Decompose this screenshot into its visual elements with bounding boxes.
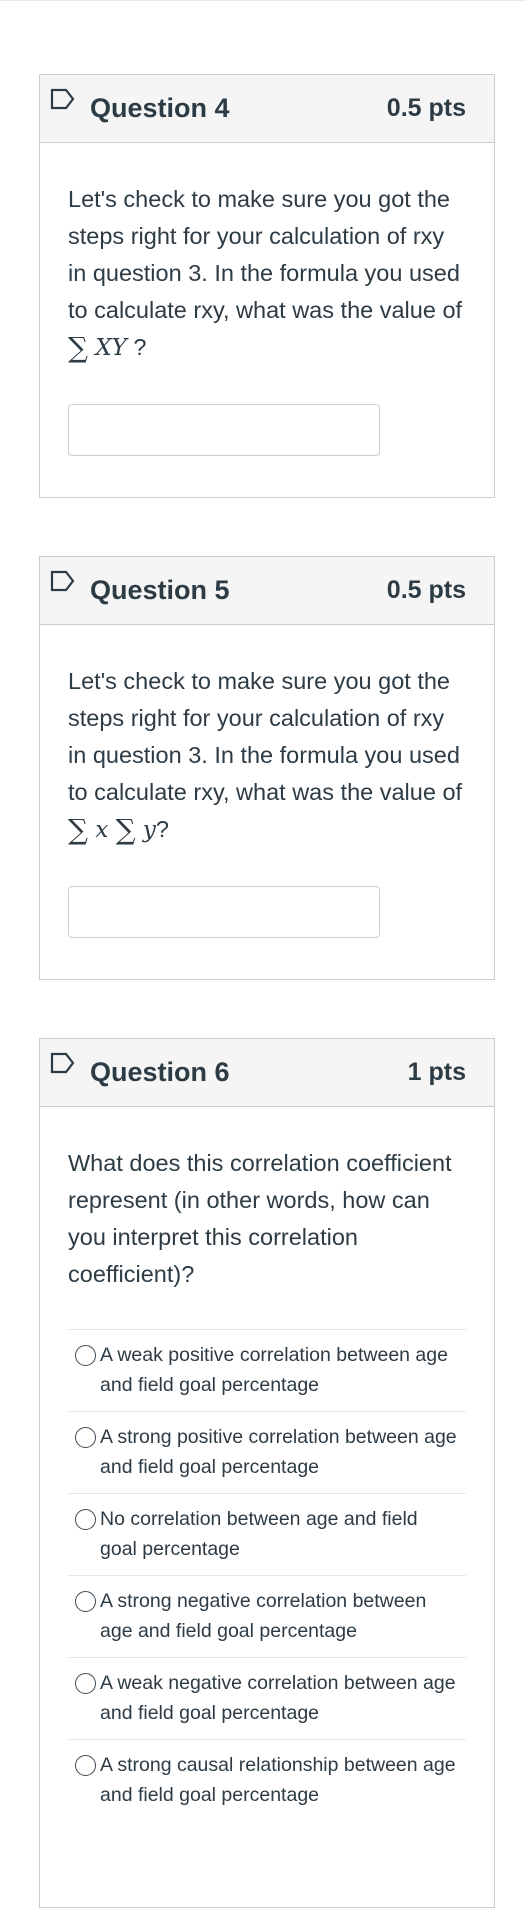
question-body: Let's check to make sure you got the ste… (40, 143, 494, 456)
math-formula: ∑ x ∑ y (68, 816, 156, 844)
question-5: Question 5 0.5 pts Let's check to make s… (39, 556, 495, 980)
prompt-text: Let's check to make sure you got the ste… (68, 186, 463, 323)
flag-question-icon[interactable] (50, 88, 76, 110)
answer-input[interactable] (68, 886, 380, 938)
answer-option-label: A strong negative correlation between ag… (100, 1590, 427, 1642)
question-header: Question 6 1 pts (40, 1039, 494, 1107)
question-4: Question 4 0.5 pts Let's check to make s… (39, 74, 495, 498)
question-prompt: Let's check to make sure you got the ste… (68, 181, 466, 367)
question-title: Question 4 (90, 93, 230, 123)
answer-option[interactable]: No correlation between age and field goa… (68, 1493, 466, 1575)
flag-question-icon[interactable] (50, 570, 76, 592)
question-points: 0.5 pts (386, 94, 466, 122)
question-title: Question 6 (90, 1057, 230, 1087)
answer-option-label: No correlation between age and field goa… (100, 1508, 418, 1560)
prompt-suffix: ? (126, 334, 147, 360)
question-header: Question 4 0.5 pts (40, 75, 494, 143)
radio-button-icon[interactable] (75, 1345, 96, 1366)
prompt-suffix: ? (155, 816, 169, 842)
answer-option[interactable]: A weak negative correlation between age … (68, 1657, 466, 1739)
math-variable-x: x (95, 817, 109, 843)
answer-option[interactable]: A weak positive correlation between age … (68, 1329, 466, 1411)
answer-option-label: A weak positive correlation between age … (100, 1344, 448, 1396)
question-header: Question 5 0.5 pts (40, 557, 494, 625)
radio-button-icon[interactable] (75, 1427, 96, 1448)
answer-option-label: A strong positive correlation between ag… (100, 1426, 457, 1478)
sigma-symbol: ∑ (68, 813, 88, 846)
answer-choices: A weak positive correlation between age … (68, 1329, 466, 1833)
radio-button-icon[interactable] (75, 1755, 96, 1776)
question-prompt: Let's check to make sure you got the ste… (68, 663, 466, 849)
sigma-symbol: ∑ (115, 813, 136, 846)
question-points: 0.5 pts (386, 576, 466, 604)
math-formula: ∑ XY (68, 334, 127, 362)
top-divider (0, 0, 526, 1)
question-prompt: What does this correlation coefficient r… (68, 1150, 452, 1287)
answer-option[interactable]: A strong causal relationship between age… (68, 1739, 466, 1821)
answer-option-label: A strong causal relationship between age… (100, 1754, 456, 1806)
math-variable: XY (95, 335, 127, 361)
math-variable-y: y (142, 817, 156, 843)
question-6: Question 6 1 pts What does this correlat… (39, 1038, 495, 1908)
flag-question-icon[interactable] (50, 1052, 76, 1074)
question-points: 1 pts (407, 1058, 466, 1086)
answer-input[interactable] (68, 404, 380, 456)
sigma-symbol: ∑ (68, 331, 88, 364)
question-body: What does this correlation coefficient r… (40, 1107, 494, 1833)
answer-option-label: A weak negative correlation between age … (100, 1672, 456, 1724)
radio-button-icon[interactable] (75, 1509, 96, 1530)
answer-option[interactable]: A strong positive correlation between ag… (68, 1411, 466, 1493)
radio-button-icon[interactable] (75, 1673, 96, 1694)
prompt-text: Let's check to make sure you got the ste… (68, 668, 463, 805)
question-body: Let's check to make sure you got the ste… (40, 625, 494, 938)
question-title: Question 5 (90, 575, 230, 605)
answer-option[interactable]: A strong negative correlation between ag… (68, 1575, 466, 1657)
radio-button-icon[interactable] (75, 1591, 96, 1612)
